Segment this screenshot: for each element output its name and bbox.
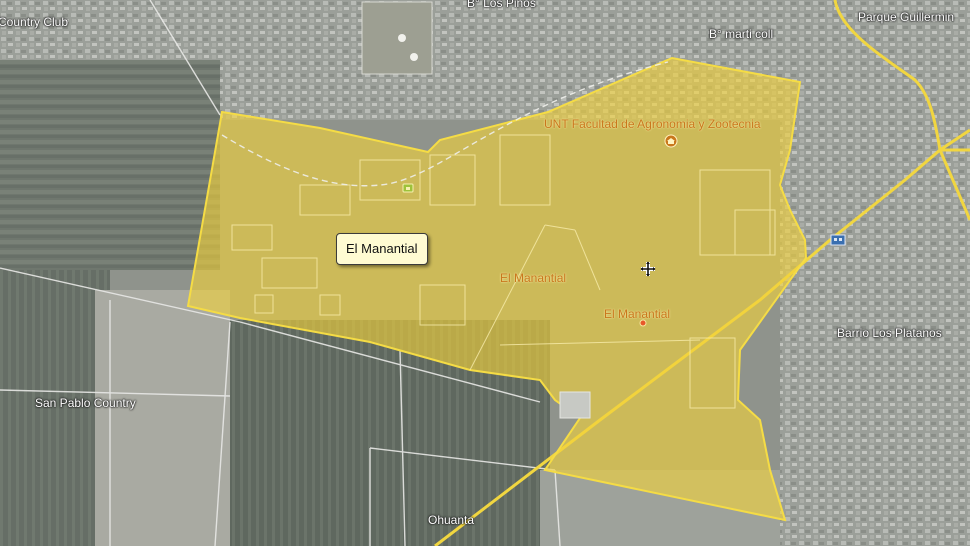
label-los-pinos[interactable]: B° Los Pinos [467, 0, 536, 10]
golf-icon [398, 34, 418, 61]
label-ohuanta[interactable]: Ohuanta [428, 513, 474, 527]
label-unt-facultad[interactable]: UNT Facultad de Agronomia y Zootecnia [544, 117, 761, 131]
field-area [0, 60, 220, 270]
label-el-manantial-place[interactable]: El Manantial [604, 307, 670, 321]
urban-area [0, 0, 220, 60]
building-icon[interactable] [830, 232, 846, 246]
urban-area [95, 290, 230, 546]
label-san-pablo-country[interactable]: San Pablo Country [35, 396, 136, 410]
label-parque-guillermina[interactable]: Parque Guillermin [858, 10, 954, 24]
urban-area [780, 0, 970, 546]
label-barrio-los-platanos[interactable]: Barrio Los Platanos [837, 326, 942, 340]
label-marti-coll[interactable]: B° marti coll [709, 27, 773, 41]
label-country-club[interactable]: Country Club [0, 15, 68, 29]
university-icon[interactable] [664, 134, 678, 148]
school-icon[interactable] [402, 182, 414, 194]
industrial-site [559, 391, 591, 419]
label-el-manantial-area[interactable]: El Manantial [500, 271, 566, 285]
satellite-map[interactable] [0, 0, 970, 546]
area-tooltip: El Manantial [336, 233, 428, 265]
move-cursor-icon [640, 261, 656, 277]
